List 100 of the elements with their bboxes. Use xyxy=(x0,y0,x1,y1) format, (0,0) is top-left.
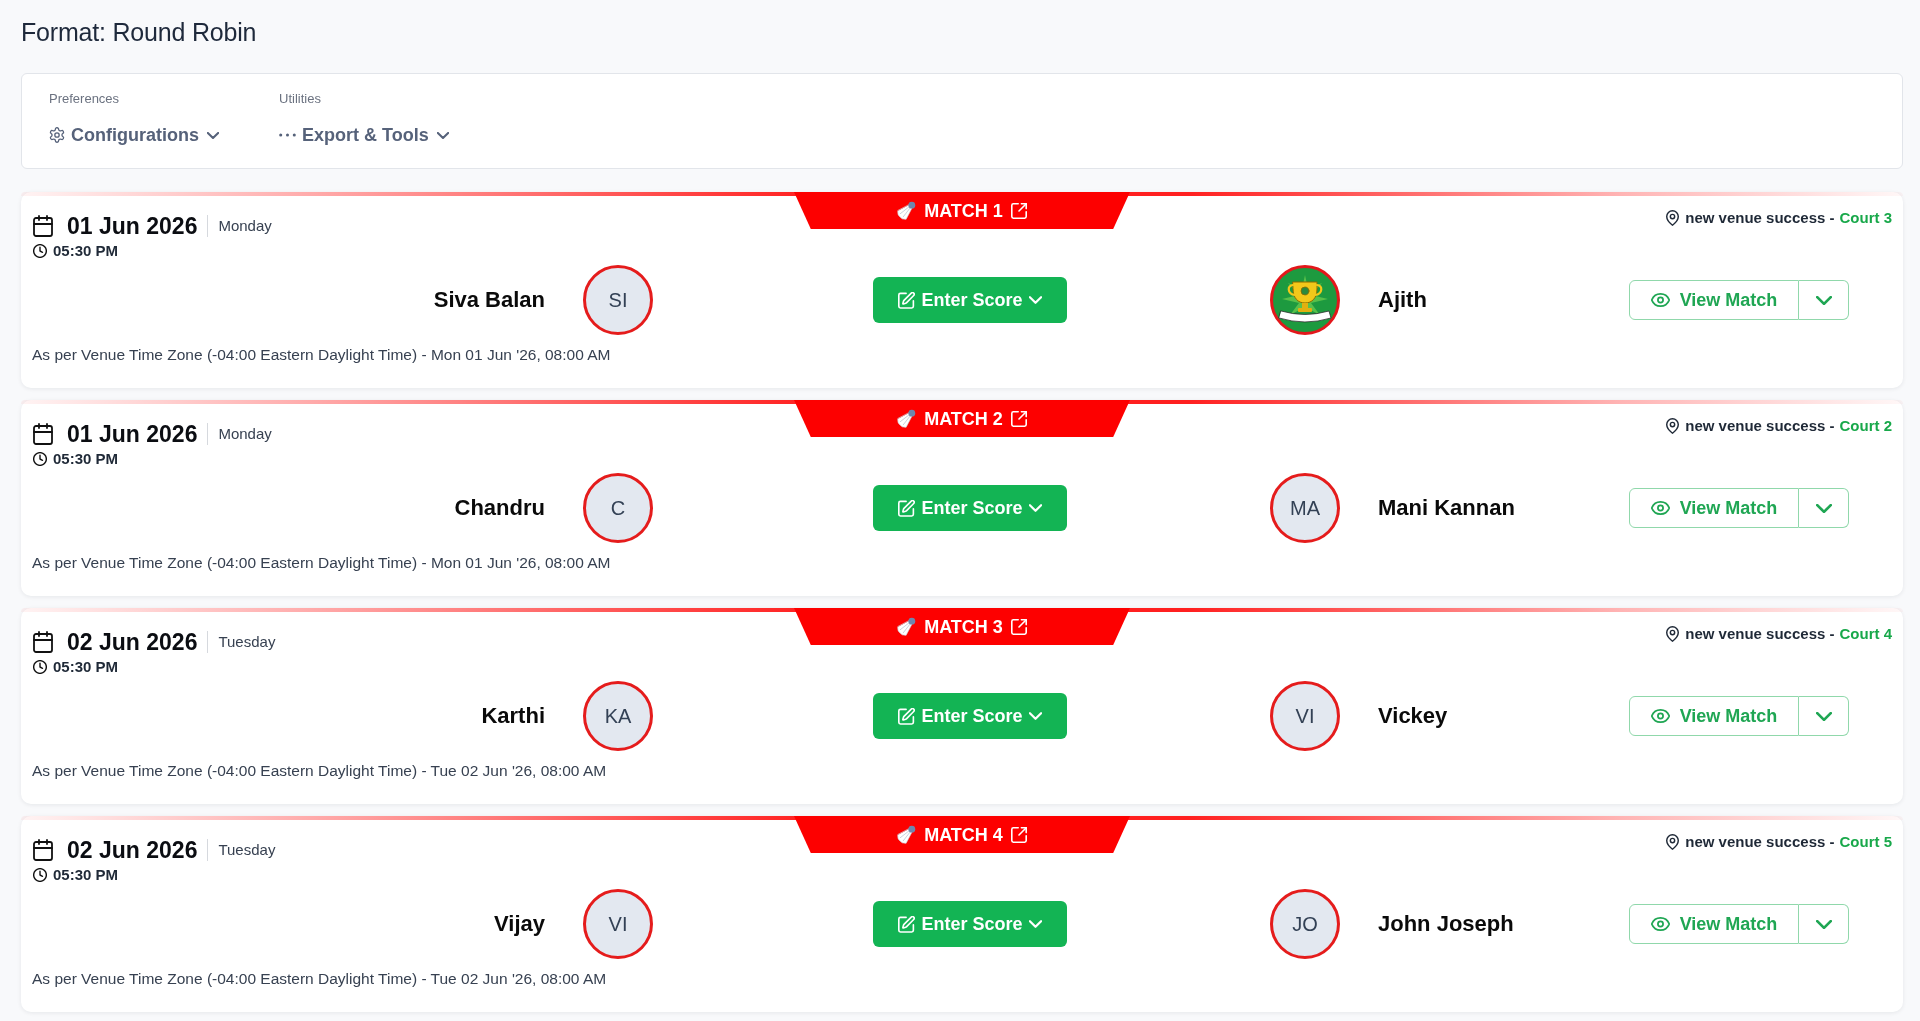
clock-icon xyxy=(33,244,47,258)
chevron-down-icon xyxy=(1028,920,1042,928)
timezone-note: As per Venue Time Zone (-04:00 Eastern Daylight Time) - Tue 02 Jun '26, 08:00 AM xyxy=(32,969,607,989)
court-label: Court 2 xyxy=(1839,416,1892,436)
chevron-down-icon xyxy=(1028,296,1042,304)
enter-score-button[interactable]: Enter Score xyxy=(873,485,1067,531)
external-link-icon[interactable] xyxy=(1010,410,1027,427)
more-options-button[interactable] xyxy=(1799,488,1849,528)
external-link-icon[interactable] xyxy=(1010,202,1027,219)
edit-icon xyxy=(898,291,916,309)
view-match-button[interactable]: View Match xyxy=(1629,904,1799,944)
weekday-label: Tuesday xyxy=(218,840,276,860)
chevron-down-icon xyxy=(1815,503,1832,513)
player-avatar: C xyxy=(583,473,653,543)
venue-name: new venue success - xyxy=(1685,624,1835,644)
player-name: Vickey xyxy=(1378,702,1448,730)
page-title: Format: Round Robin xyxy=(21,17,257,48)
chevron-down-icon xyxy=(1028,712,1042,720)
clock-icon xyxy=(33,452,47,466)
external-link-icon[interactable] xyxy=(1010,826,1027,843)
shuttlecock-icon xyxy=(897,617,917,636)
player-name: Vijay xyxy=(494,910,545,938)
court-label: Court 5 xyxy=(1839,832,1892,852)
gear-icon xyxy=(49,127,65,143)
group-label: Preferences xyxy=(49,90,120,107)
clock-icon xyxy=(33,660,47,674)
player-name: Ajith xyxy=(1378,286,1427,314)
location-pin-icon xyxy=(1666,626,1680,642)
edit-icon xyxy=(898,499,916,517)
weekday-label: Monday xyxy=(218,424,272,444)
calendar-icon xyxy=(33,839,53,861)
player-avatar: VI xyxy=(1270,681,1340,751)
dropdown-button[interactable]: Export & Tools xyxy=(279,123,449,147)
chevron-down-icon xyxy=(1028,504,1042,512)
edit-icon xyxy=(898,915,916,933)
venue-name: new venue success - xyxy=(1685,416,1835,436)
dots-icon xyxy=(279,133,296,137)
venue-name: new venue success - xyxy=(1685,832,1835,852)
enter-score-button[interactable]: Enter Score xyxy=(873,277,1067,323)
match-date: 01 Jun 2026 xyxy=(67,212,198,241)
location-pin-icon xyxy=(1666,834,1680,850)
trophy-emblem-icon xyxy=(1270,265,1340,335)
clock-icon xyxy=(33,868,47,882)
chevron-down-icon xyxy=(1815,919,1832,929)
external-link-icon[interactable] xyxy=(1010,618,1027,635)
eye-icon xyxy=(1650,709,1670,723)
match-date: 02 Jun 2026 xyxy=(67,836,198,865)
shuttlecock-icon xyxy=(897,201,917,220)
timezone-note: As per Venue Time Zone (-04:00 Eastern Daylight Time) - Mon 01 Jun '26, 08:00 AM xyxy=(32,345,611,365)
player-avatar: MA xyxy=(1270,473,1340,543)
timezone-note: As per Venue Time Zone (-04:00 Eastern Daylight Time) - Mon 01 Jun '26, 08:00 AM xyxy=(32,553,611,573)
player-avatar: SI xyxy=(583,265,653,335)
location-pin-icon xyxy=(1666,418,1680,434)
more-options-button[interactable] xyxy=(1799,280,1849,320)
shuttlecock-icon xyxy=(897,409,917,428)
more-options-button[interactable] xyxy=(1799,696,1849,736)
group-label: Utilities xyxy=(279,90,321,107)
chevron-down-icon xyxy=(1815,711,1832,721)
eye-icon xyxy=(1650,293,1670,307)
eye-icon xyxy=(1650,501,1670,515)
player-name: Mani Kannan xyxy=(1378,494,1515,522)
player-name: Siva Balan xyxy=(433,286,545,314)
shuttlecock-icon xyxy=(897,825,917,844)
weekday-label: Tuesday xyxy=(218,632,276,652)
chevron-down-icon xyxy=(1815,295,1832,305)
match-date: 02 Jun 2026 xyxy=(67,628,198,657)
player-name: John Joseph xyxy=(1378,910,1514,938)
match-title: MATCH 2 xyxy=(924,407,1003,430)
calendar-icon xyxy=(33,631,53,653)
player-name: Chandru xyxy=(454,494,545,522)
player-avatar: KA xyxy=(583,681,653,751)
view-match-button[interactable]: View Match xyxy=(1629,280,1799,320)
player-avatar: VI xyxy=(583,889,653,959)
dropdown-button[interactable]: Configurations xyxy=(49,123,219,147)
court-label: Court 4 xyxy=(1839,624,1892,644)
calendar-icon xyxy=(33,215,53,237)
match-time: 05:30 PM xyxy=(53,241,119,261)
match-date: 01 Jun 2026 xyxy=(67,420,198,449)
venue-name: new venue success - xyxy=(1685,208,1835,228)
player-name: Karthi xyxy=(481,702,545,730)
match-time: 05:30 PM xyxy=(53,657,119,677)
match-title: MATCH 1 xyxy=(924,199,1003,222)
more-options-button[interactable] xyxy=(1799,904,1849,944)
match-title: MATCH 4 xyxy=(924,823,1003,846)
view-match-button[interactable]: View Match xyxy=(1629,696,1799,736)
calendar-icon xyxy=(33,423,53,445)
enter-score-button[interactable]: Enter Score xyxy=(873,901,1067,947)
weekday-label: Monday xyxy=(218,216,272,236)
player-avatar: JO xyxy=(1270,889,1340,959)
match-title: MATCH 3 xyxy=(924,615,1003,638)
court-label: Court 3 xyxy=(1839,208,1892,228)
view-match-button[interactable]: View Match xyxy=(1629,488,1799,528)
chevron-down-icon xyxy=(207,131,219,139)
edit-icon xyxy=(898,707,916,725)
chevron-down-icon xyxy=(436,131,449,139)
eye-icon xyxy=(1650,917,1670,931)
location-pin-icon xyxy=(1666,210,1680,226)
match-time: 05:30 PM xyxy=(53,865,119,885)
enter-score-button[interactable]: Enter Score xyxy=(873,693,1067,739)
match-time: 05:30 PM xyxy=(53,449,119,469)
